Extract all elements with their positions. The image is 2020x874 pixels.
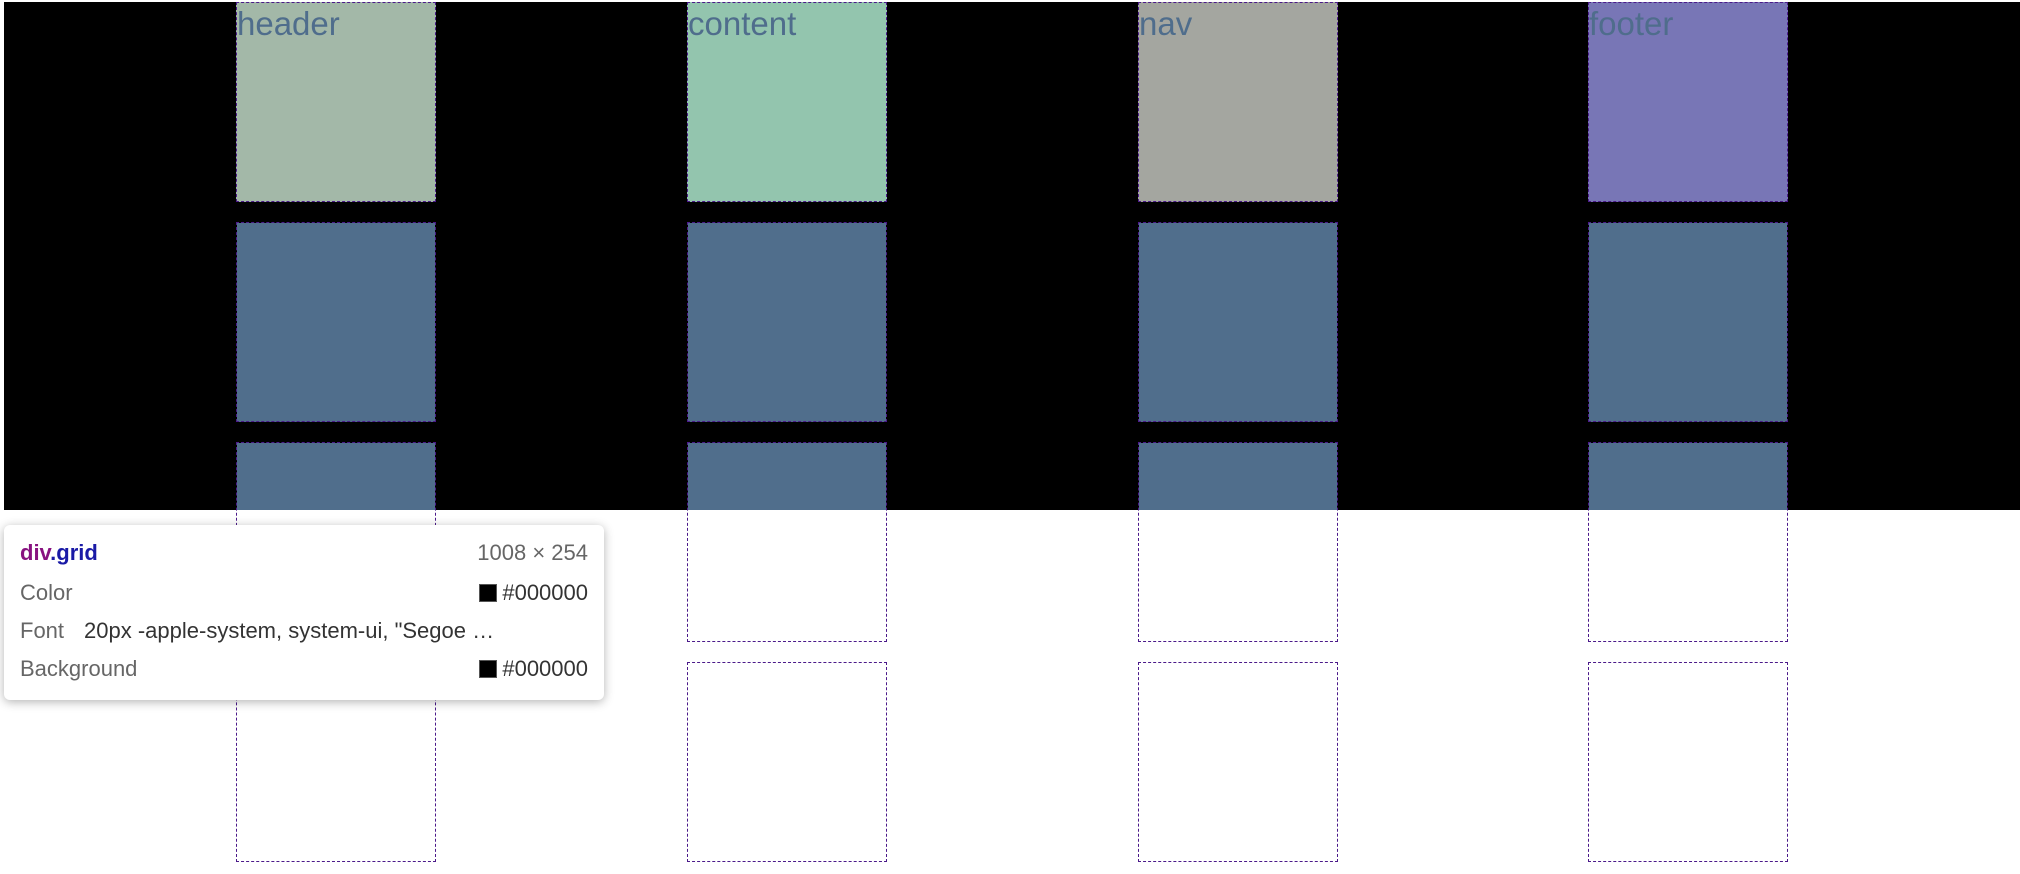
row-value: #000000 (502, 656, 588, 681)
grid-cell (1588, 662, 1788, 862)
row-value: 20px -apple-system, system-ui, "Segoe … (84, 618, 495, 643)
element-selector: div.grid (20, 540, 98, 566)
element-size: 1008 × 254 (477, 540, 588, 565)
row-key: Font (20, 618, 65, 643)
grid-area-nav: nav (1138, 2, 1338, 202)
grid-area-label: footer (1589, 5, 1674, 42)
grid-cell (687, 662, 887, 862)
grid-cell (1138, 442, 1338, 642)
grid-cell (1588, 442, 1788, 642)
row-key: Color (20, 580, 73, 605)
color-swatch (479, 660, 498, 678)
tooltip-header: div.grid 1008 × 254 (20, 535, 588, 571)
grid-area-label: header (237, 5, 340, 42)
grid-area-footer: footer (1588, 2, 1788, 202)
grid-area-header: header (236, 2, 436, 202)
tooltip-row-background: Background #000000 (20, 651, 588, 687)
color-swatch (479, 584, 498, 602)
grid-cell (687, 442, 887, 642)
grid-cell (1588, 222, 1788, 422)
grid-cell (236, 222, 436, 422)
inspect-tooltip: div.grid 1008 × 254 Color #000000 Font 2… (4, 525, 604, 700)
row-value: #000000 (502, 580, 588, 605)
tooltip-arrow (32, 512, 64, 526)
grid-area-label: content (688, 5, 797, 42)
row-key: Background (20, 656, 138, 681)
element-tag: div (20, 540, 51, 565)
grid-cell (687, 222, 887, 422)
tooltip-row-font: Font 20px -apple-system, system-ui, "Seg… (20, 613, 588, 649)
grid-area-content: content (687, 2, 887, 202)
grid-area-label: nav (1139, 5, 1193, 42)
tooltip-row-color: Color #000000 (20, 575, 588, 611)
element-class: .grid (50, 540, 98, 565)
grid-cell (1138, 662, 1338, 862)
grid-cell (1138, 222, 1338, 422)
